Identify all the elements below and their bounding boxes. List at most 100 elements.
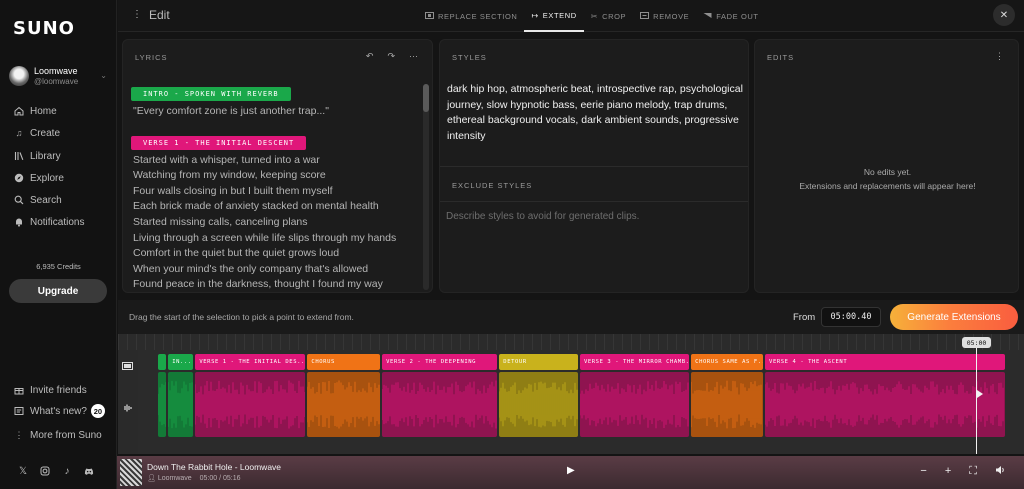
editor-menu-icon[interactable]: ⋮ <box>132 9 142 20</box>
waveform-segment[interactable] <box>691 372 764 437</box>
invite-friends-link[interactable]: Invite friends <box>14 383 87 397</box>
chevron-down-icon: ⌄ <box>100 71 107 80</box>
home-icon <box>14 106 24 116</box>
library-icon <box>14 151 24 161</box>
section-segment[interactable]: VERSE 1 - THE INITIAL DES... <box>195 354 306 370</box>
lyrics-section-tag[interactable]: INTRO - SPOKEN WITH REVERB <box>131 87 291 101</box>
tab-crop[interactable]: ✂ CROP <box>584 0 633 32</box>
lyric-line[interactable]: Watching from my window, keeping score <box>131 168 421 184</box>
section-segment[interactable]: CHORUS SAME AS F... <box>691 354 764 370</box>
lyric-line[interactable]: Found peace in the darkness, thought I f… <box>131 277 421 292</box>
extend-controls: Drag the start of the selection to pick … <box>118 300 1024 334</box>
profile-name: Loomwave <box>34 66 78 76</box>
tab-extend[interactable]: ↦ EXTEND <box>524 0 584 32</box>
volume-icon[interactable] <box>995 465 1006 478</box>
more-vertical-icon[interactable]: ⋮ <box>995 51 1004 62</box>
editor-topbar: ⋮ Edit REPLACE SECTION ↦ EXTEND ✂ CROP REM… <box>118 0 1024 32</box>
profile-switcher[interactable]: Loomwave @loomwave ⌄ <box>9 66 109 88</box>
section-segment[interactable]: VERSE 4 - THE ASCENT <box>765 354 1005 370</box>
more-horizontal-icon[interactable]: ··· <box>409 51 418 62</box>
instagram-icon[interactable] <box>40 465 50 477</box>
nav-library-label: Library <box>30 150 61 162</box>
lyric-line[interactable]: Comfort in the quiet but the quiet grows… <box>131 246 421 262</box>
from-time-field[interactable]: 05:00.40 <box>821 307 881 327</box>
extend-icon: ↦ <box>531 10 539 20</box>
lyric-line[interactable]: When your mind's the only company that's… <box>131 262 421 278</box>
lyrics-panel: LYRICS ↶ ↷ ··· INTRO - SPOKEN WITH REVER… <box>122 39 433 293</box>
nav-notifications[interactable]: Notifications <box>14 215 84 229</box>
tab-fade-out[interactable]: FADE OUT <box>696 0 765 32</box>
waveform-segment[interactable] <box>382 372 498 437</box>
tab-fade-out-label: FADE OUT <box>716 11 759 21</box>
replace-icon <box>425 11 434 21</box>
waveform-segment[interactable] <box>195 372 306 437</box>
nav-search[interactable]: Search <box>14 193 62 207</box>
waveform-segment[interactable] <box>168 372 194 437</box>
waveform-segment[interactable] <box>579 372 690 437</box>
song-title[interactable]: Down The Rabbit Hole - Loomwave <box>147 462 281 472</box>
zoom-out-icon[interactable]: − <box>920 465 926 478</box>
nav-create-label: Create <box>30 127 61 139</box>
playhead-line[interactable] <box>976 348 977 454</box>
waveform <box>691 380 762 429</box>
nav-library[interactable]: Library <box>14 149 61 163</box>
lyric-line[interactable]: "Every comfort zone is just another trap… <box>131 104 421 120</box>
close-editor-button[interactable]: ✕ <box>993 4 1015 26</box>
exclude-styles-header: EXCLUDE STYLES <box>452 181 533 190</box>
discord-icon[interactable] <box>84 465 94 477</box>
sections-track-icon <box>122 357 133 375</box>
waveform-segment[interactable] <box>158 372 167 437</box>
tab-remove[interactable]: REMOVE <box>633 0 696 32</box>
waveform-track-icon <box>122 399 133 417</box>
section-segment[interactable] <box>158 354 167 370</box>
remove-icon <box>640 11 650 21</box>
whats-new-link[interactable]: What's new? 20 <box>14 404 105 418</box>
section-segment[interactable]: CHORUS <box>307 354 381 370</box>
tiktok-icon[interactable]: ♪ <box>62 465 72 477</box>
suno-logo[interactable]: SUNO <box>13 18 75 39</box>
lyric-line[interactable]: Started with a whisper, turned into a wa… <box>131 153 421 169</box>
timeline[interactable]: IN... VERSE 1 - THE INITIAL DES... CHORUS V… <box>118 334 1024 454</box>
section-segment[interactable]: VERSE 2 - THE DEEPENING <box>382 354 498 370</box>
zoom-in-icon[interactable]: + <box>945 465 951 478</box>
timeline-ruler[interactable] <box>118 334 1024 350</box>
lyric-line[interactable]: Living through a screen while life slips… <box>131 231 421 247</box>
lyric-line[interactable]: Started missing calls, canceling plans <box>131 215 421 231</box>
social-links: 𝕏 ♪ <box>18 465 94 477</box>
lyric-line[interactable]: Four walls closing in but I built them m… <box>131 184 421 200</box>
exclude-styles-input[interactable] <box>446 207 744 225</box>
tab-remove-label: REMOVE <box>653 11 690 21</box>
more-from-suno-link[interactable]: ⋮ More from Suno <box>14 428 102 442</box>
upgrade-button[interactable]: Upgrade <box>9 279 107 303</box>
lyrics-editor[interactable]: INTRO - SPOKEN WITH REVERB "Every comfort… <box>131 83 421 292</box>
gift-icon <box>14 385 24 395</box>
section-segment[interactable]: VERSE 3 - THE MIRROR CHAMB... <box>579 354 690 370</box>
lyric-line[interactable]: Each brick made of anxiety stacked on me… <box>131 199 421 215</box>
fullscreen-icon[interactable]: ⛶ <box>969 465 977 478</box>
lyrics-scrollbar[interactable] <box>423 84 429 290</box>
undo-icon[interactable]: ↶ <box>366 51 374 62</box>
styles-text[interactable]: dark hip hop, atmospheric beat, introspe… <box>447 82 747 144</box>
lyrics-section-tag[interactable]: VERSE 1 - THE INITIAL DESCENT <box>131 135 307 150</box>
waveform-segment[interactable] <box>307 372 381 437</box>
nav-home[interactable]: Home <box>14 104 57 118</box>
nav-explore[interactable]: Explore <box>14 171 64 185</box>
waveform-segment[interactable] <box>499 372 578 437</box>
waveform-path <box>168 380 193 429</box>
redo-icon[interactable]: ↷ <box>387 51 395 62</box>
section-segment[interactable]: IN... <box>168 354 194 370</box>
playhead-marker[interactable] <box>977 390 983 398</box>
more-from-suno-label: More from Suno <box>30 429 102 441</box>
editor-title: Edit <box>149 8 170 22</box>
tab-replace-section[interactable]: REPLACE SECTION <box>418 0 524 32</box>
lyrics-scrollbar-thumb[interactable] <box>423 84 429 112</box>
track-cover-art[interactable] <box>120 459 142 486</box>
song-artist[interactable]: Loomwave <box>158 475 192 482</box>
section-segment[interactable]: DETOUR <box>499 354 578 370</box>
nav-create[interactable]: ♫ Create <box>14 126 60 140</box>
lyrics-section-tag-row: VERSE 1 - THE INITIAL DESCENT <box>131 132 421 150</box>
play-button[interactable]: ▶ <box>567 465 575 476</box>
x-twitter-icon[interactable]: 𝕏 <box>18 465 28 477</box>
waveform-segment[interactable] <box>765 372 1005 437</box>
generate-extensions-button[interactable]: Generate Extensions <box>890 304 1018 330</box>
